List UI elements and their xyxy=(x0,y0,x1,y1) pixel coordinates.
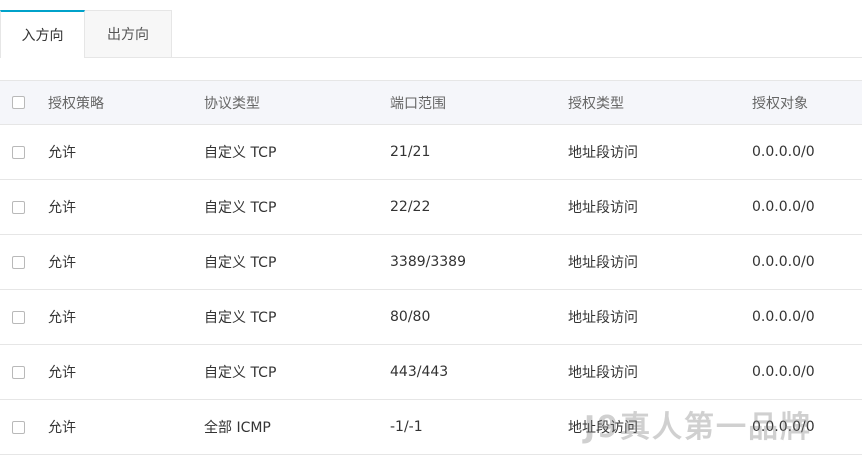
row-checkbox[interactable] xyxy=(12,200,25,214)
table-row: 允许 全部 ICMP -1/-1 地址段访问 0.0.0.0/0 xyxy=(0,400,862,455)
rules-table: 授权策略 协议类型 端口范围 授权类型 授权对象 允许 自定义 TCP 21/2… xyxy=(0,80,862,455)
row-checkbox[interactable] xyxy=(12,420,25,434)
table-row: 允许 自定义 TCP 22/22 地址段访问 0.0.0.0/0 xyxy=(0,180,862,235)
row-select-cell xyxy=(12,235,25,289)
table-row: 允许 自定义 TCP 443/443 地址段访问 0.0.0.0/0 xyxy=(0,345,862,400)
cell-policy: 允许 xyxy=(48,145,76,161)
cell-auth-object: 0.0.0.0/0 xyxy=(752,309,815,325)
table-row: 允许 自定义 TCP 21/21 地址段访问 0.0.0.0/0 xyxy=(0,125,862,180)
cell-port-range: 443/443 xyxy=(390,364,449,380)
cell-policy: 允许 xyxy=(48,365,76,381)
row-checkbox[interactable] xyxy=(12,145,25,159)
cell-auth-type: 地址段访问 xyxy=(568,310,638,326)
column-header-auth-type: 授权类型 xyxy=(568,95,624,112)
cell-protocol: 自定义 TCP xyxy=(204,200,277,216)
cell-port-range: -1/-1 xyxy=(390,419,423,435)
tab-inbound[interactable]: 入方向 xyxy=(0,10,85,58)
cell-policy: 允许 xyxy=(48,420,76,436)
row-select-cell xyxy=(12,180,25,234)
cell-auth-object: 0.0.0.0/0 xyxy=(752,199,815,215)
cell-auth-type: 地址段访问 xyxy=(568,365,638,381)
cell-port-range: 80/80 xyxy=(390,309,431,325)
cell-auth-object: 0.0.0.0/0 xyxy=(752,144,815,160)
column-header-protocol: 协议类型 xyxy=(204,95,260,112)
row-checkbox[interactable] xyxy=(12,365,25,379)
cell-auth-type: 地址段访问 xyxy=(568,200,638,216)
cell-policy: 允许 xyxy=(48,310,76,326)
row-checkbox[interactable] xyxy=(12,255,25,269)
cell-protocol: 全部 ICMP xyxy=(204,420,271,436)
security-group-rules-page: 入方向 出方向 授权策略 协议类型 端口范围 授权类型 授权对象 允许 自定义 … xyxy=(0,0,862,459)
table-row: 允许 自定义 TCP 80/80 地址段访问 0.0.0.0/0 xyxy=(0,290,862,345)
cell-auth-object: 0.0.0.0/0 xyxy=(752,364,815,380)
table-row: 允许 自定义 TCP 3389/3389 地址段访问 0.0.0.0/0 xyxy=(0,235,862,290)
cell-auth-object: 0.0.0.0/0 xyxy=(752,254,815,270)
row-checkbox[interactable] xyxy=(12,310,25,324)
row-select-cell xyxy=(12,125,25,179)
column-header-policy: 授权策略 xyxy=(48,95,104,112)
cell-port-range: 3389/3389 xyxy=(390,254,466,270)
cell-protocol: 自定义 TCP xyxy=(204,310,277,326)
tab-outbound[interactable]: 出方向 xyxy=(85,10,172,57)
cell-port-range: 22/22 xyxy=(390,199,431,215)
cell-auth-object: 0.0.0.0/0 xyxy=(752,419,815,435)
select-all-cell xyxy=(12,81,25,124)
cell-protocol: 自定义 TCP xyxy=(204,145,277,161)
cell-policy: 允许 xyxy=(48,255,76,271)
cell-policy: 允许 xyxy=(48,200,76,216)
select-all-checkbox[interactable] xyxy=(12,96,25,109)
cell-auth-type: 地址段访问 xyxy=(568,255,638,271)
table-header-row: 授权策略 协议类型 端口范围 授权类型 授权对象 xyxy=(0,81,862,125)
column-header-auth-object: 授权对象 xyxy=(752,95,808,112)
row-select-cell xyxy=(12,345,25,399)
row-select-cell xyxy=(12,400,25,454)
cell-protocol: 自定义 TCP xyxy=(204,255,277,271)
cell-auth-type: 地址段访问 xyxy=(568,145,638,161)
direction-tabs: 入方向 出方向 xyxy=(0,10,862,58)
cell-protocol: 自定义 TCP xyxy=(204,365,277,381)
cell-auth-type: 地址段访问 xyxy=(568,420,638,436)
cell-port-range: 21/21 xyxy=(390,144,431,160)
column-header-port-range: 端口范围 xyxy=(390,95,446,112)
row-select-cell xyxy=(12,290,25,344)
